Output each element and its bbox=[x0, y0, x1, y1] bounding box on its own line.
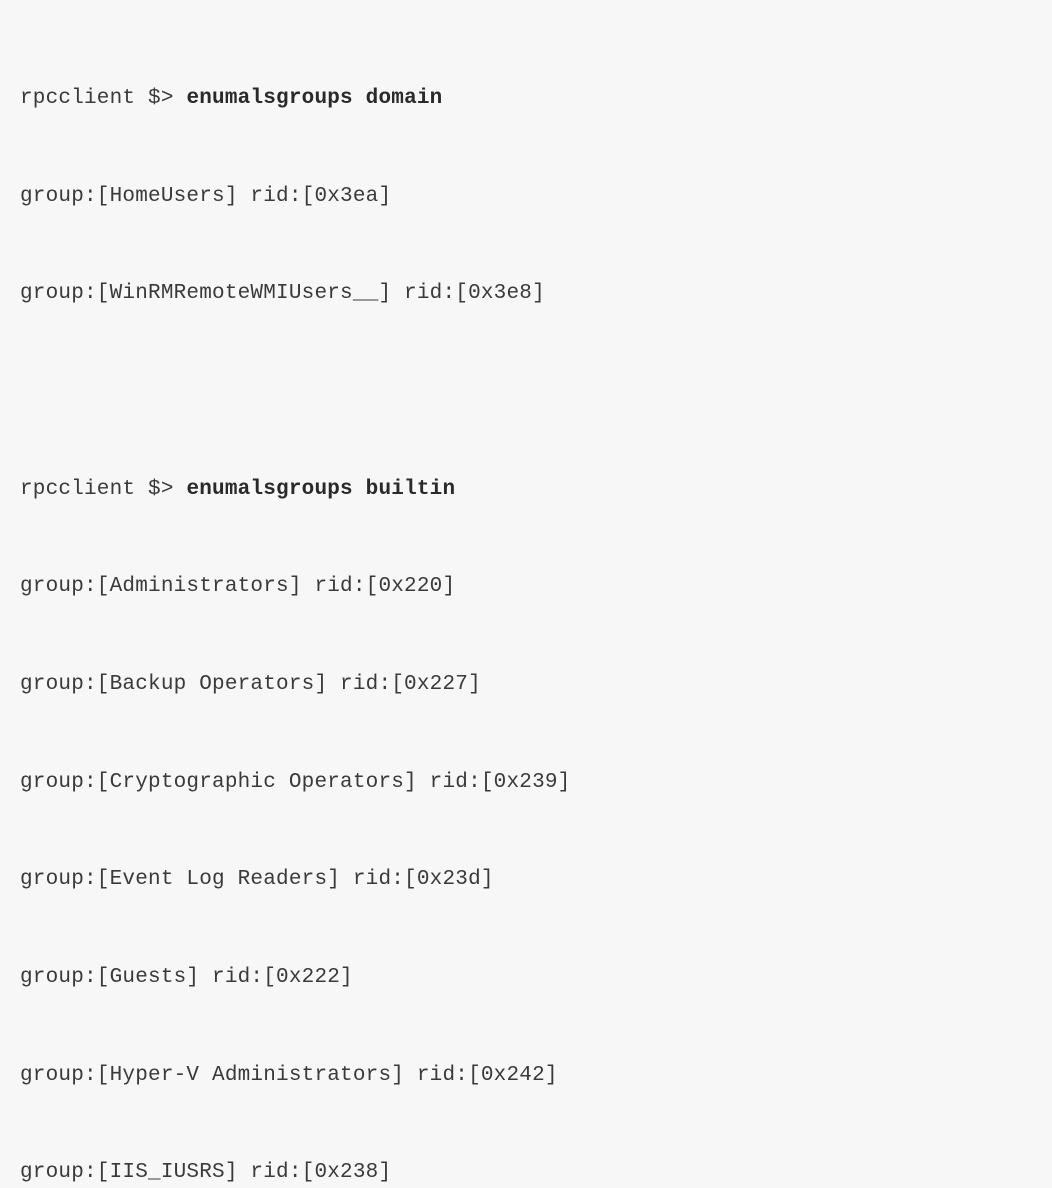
output-line: group:[Administrators] rid:[0x220] bbox=[20, 571, 1032, 604]
command: enumalsgroups builtin bbox=[186, 478, 455, 501]
prompt-line: rpcclient $> enumalsgroups builtin bbox=[20, 474, 1032, 507]
terminal-output: rpcclient $> enumalsgroups domain group:… bbox=[20, 18, 1032, 1188]
prompt-line: rpcclient $> enumalsgroups domain bbox=[20, 83, 1032, 116]
output-line: group:[Hyper-V Administrators] rid:[0x24… bbox=[20, 1060, 1032, 1093]
output-line: group:[IIS_IUSRS] rid:[0x238] bbox=[20, 1157, 1032, 1188]
command: enumalsgroups domain bbox=[186, 87, 442, 110]
output-line: group:[Event Log Readers] rid:[0x23d] bbox=[20, 864, 1032, 897]
blank-line bbox=[20, 376, 1032, 409]
output-line: group:[Cryptographic Operators] rid:[0x2… bbox=[20, 767, 1032, 800]
output-line: group:[WinRMRemoteWMIUsers__] rid:[0x3e8… bbox=[20, 278, 1032, 311]
output-line: group:[HomeUsers] rid:[0x3ea] bbox=[20, 181, 1032, 214]
prompt: rpcclient $> bbox=[20, 87, 186, 110]
output-line: group:[Guests] rid:[0x222] bbox=[20, 962, 1032, 995]
output-line: group:[Backup Operators] rid:[0x227] bbox=[20, 669, 1032, 702]
prompt: rpcclient $> bbox=[20, 478, 186, 501]
